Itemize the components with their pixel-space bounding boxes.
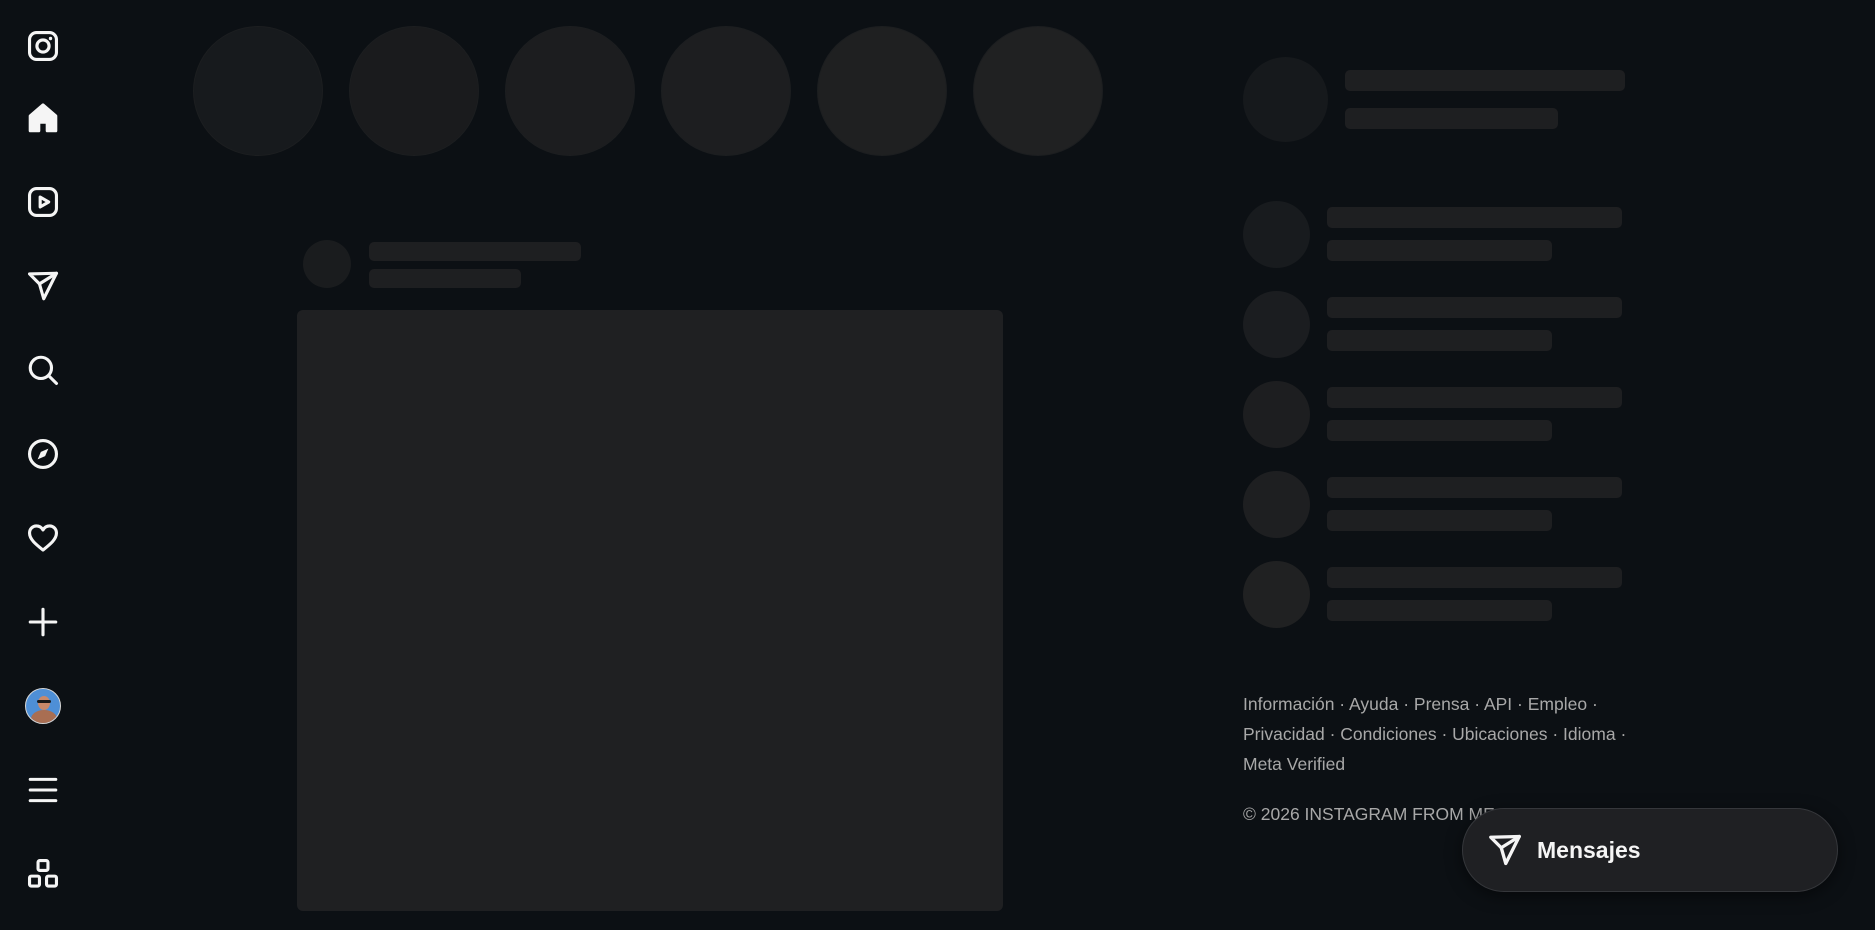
reels-icon[interactable] [22, 181, 64, 223]
account-username-placeholder [1345, 70, 1625, 91]
story-placeholder [817, 26, 947, 156]
create-plus-icon[interactable] [22, 601, 64, 643]
footer-link-idioma[interactable]: Idioma [1563, 724, 1616, 744]
suggestion-avatar-placeholder [1243, 201, 1310, 268]
search-icon[interactable] [22, 349, 64, 391]
footer-links: Información · Ayuda · Prensa · API · Emp… [1243, 694, 1627, 774]
post-author-name-placeholder [369, 242, 581, 261]
footer-link-ubicaciones[interactable]: Ubicaciones [1452, 724, 1547, 744]
suggestion-sub-placeholder [1327, 330, 1552, 351]
story-placeholder [193, 26, 323, 156]
post-subtitle-placeholder [369, 269, 521, 288]
also-from-meta-icon[interactable] [22, 853, 64, 895]
account-name-placeholder [1345, 108, 1558, 129]
suggestion-avatar-placeholder [1243, 471, 1310, 538]
footer-link-meta-verified[interactable]: Meta Verified [1243, 754, 1345, 774]
post-media-placeholder [297, 310, 1003, 911]
direct-messages-icon [1489, 834, 1521, 866]
suggestion-avatar-placeholder [1243, 291, 1310, 358]
story-placeholder [973, 26, 1103, 156]
footer-link-empleo[interactable]: Empleo [1528, 694, 1587, 714]
messages-label: Mensajes [1537, 836, 1641, 863]
suggestion-avatar-placeholder [1243, 381, 1310, 448]
suggestion-name-placeholder [1327, 477, 1622, 498]
suggestion-avatar-placeholder [1243, 561, 1310, 628]
suggestion-sub-placeholder [1327, 600, 1552, 621]
sidebar [0, 0, 86, 930]
suggestion-sub-placeholder [1327, 510, 1552, 531]
footer-link-informacion[interactable]: Información [1243, 694, 1334, 714]
menu-icon[interactable] [22, 769, 64, 811]
avatar [25, 688, 61, 724]
suggestion-name-placeholder [1327, 207, 1622, 228]
messages-button[interactable]: Mensajes [1462, 808, 1838, 892]
suggestion-sub-placeholder [1327, 420, 1552, 441]
suggestion-name-placeholder [1327, 297, 1622, 318]
footer-link-privacidad[interactable]: Privacidad [1243, 724, 1325, 744]
suggestion-name-placeholder [1327, 387, 1622, 408]
notifications-heart-icon[interactable] [22, 517, 64, 559]
profile-avatar[interactable] [22, 685, 64, 727]
footer-link-condiciones[interactable]: Condiciones [1340, 724, 1436, 744]
story-placeholder [349, 26, 479, 156]
copyright-text: © 2026 INSTAGRAM FROM ME [1243, 804, 1495, 824]
direct-messages-icon[interactable] [22, 265, 64, 307]
home-icon[interactable] [22, 97, 64, 139]
explore-icon[interactable] [22, 433, 64, 475]
footer-link-api[interactable]: API [1484, 694, 1512, 714]
post-author-avatar-placeholder [303, 240, 351, 288]
account-avatar-placeholder [1243, 57, 1328, 142]
story-placeholder [505, 26, 635, 156]
story-placeholder [661, 26, 791, 156]
instagram-logo-icon[interactable] [22, 25, 64, 67]
footer-link-ayuda[interactable]: Ayuda [1349, 694, 1398, 714]
suggestion-name-placeholder [1327, 567, 1622, 588]
footer-link-prensa[interactable]: Prensa [1414, 694, 1469, 714]
suggestion-sub-placeholder [1327, 240, 1552, 261]
